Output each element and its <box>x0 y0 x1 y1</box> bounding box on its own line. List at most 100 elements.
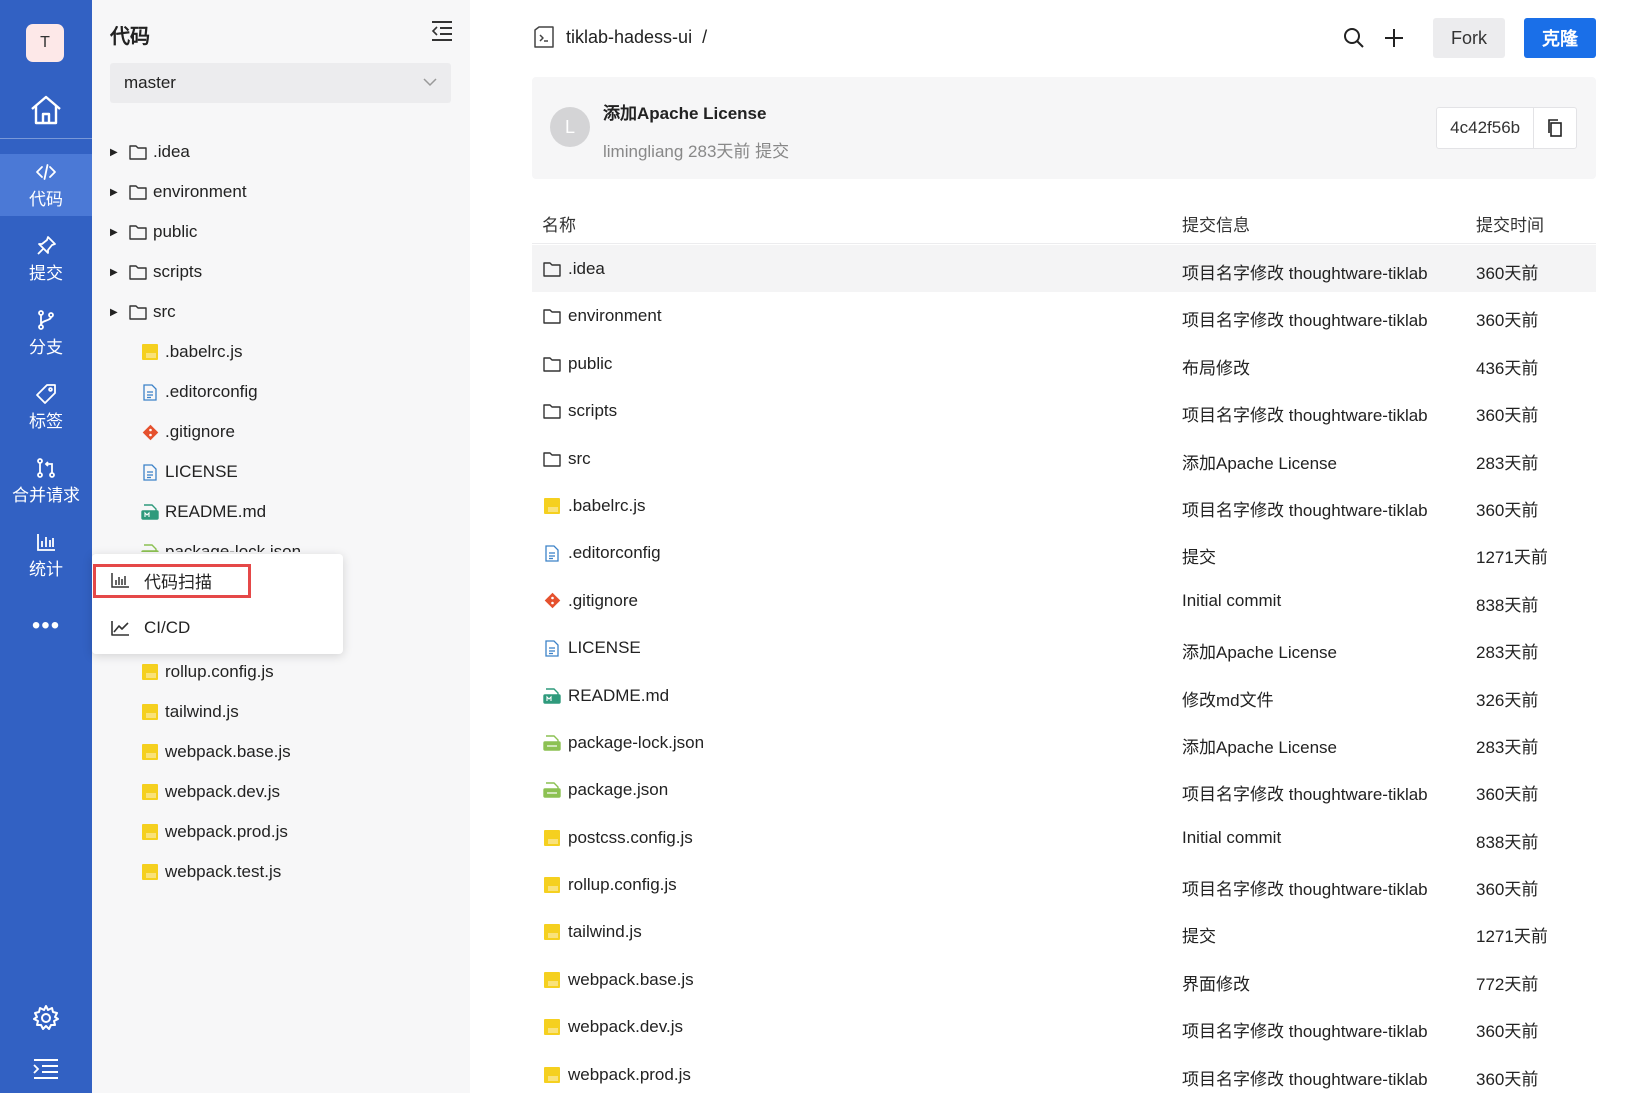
file-name-cell[interactable]: webpack.dev.js <box>542 1017 683 1037</box>
tree-folder-item[interactable]: ▶ src <box>92 292 470 332</box>
table-row[interactable]: package.json 项目名字修改 thoughtware-tiklab 360… <box>532 766 1596 813</box>
file-name-cell[interactable]: .babelrc.js <box>542 496 645 516</box>
file-name[interactable]: .gitignore <box>568 591 638 611</box>
tree-file-item[interactable]: .editorconfig <box>92 372 470 412</box>
file-name[interactable]: .babelrc.js <box>568 496 645 516</box>
table-row[interactable]: webpack.base.js 界面修改 772天前 <box>532 956 1596 1003</box>
commit-message-cell[interactable]: 项目名字修改 thoughtware-tiklab <box>1182 496 1428 521</box>
nav-item-branch[interactable]: 分支 <box>0 302 92 364</box>
menu-expand-icon[interactable] <box>32 1058 60 1080</box>
nav-item-tag[interactable]: 标签 <box>0 376 92 438</box>
commit-message-cell[interactable]: Initial commit <box>1182 591 1281 611</box>
table-row[interactable]: webpack.dev.js 项目名字修改 thoughtware-tiklab 3… <box>532 1003 1596 1050</box>
copy-button[interactable] <box>1534 108 1576 148</box>
user-avatar[interactable]: T <box>26 24 64 62</box>
commit-message-cell[interactable]: 添加Apache License <box>1182 733 1337 758</box>
caret-right-icon[interactable]: ▶ <box>110 147 122 158</box>
file-name-cell[interactable]: package-lock.json <box>542 733 704 753</box>
table-row[interactable]: LICENSE 添加Apache License 283天前 <box>532 624 1596 671</box>
file-name-cell[interactable]: tailwind.js <box>542 922 642 942</box>
caret-right-icon[interactable]: ▶ <box>110 307 122 318</box>
nav-item-merge-request[interactable]: 合并请求 <box>0 450 92 512</box>
tree-file-item[interactable]: webpack.base.js <box>92 732 470 772</box>
table-row[interactable]: webpack.prod.js 项目名字修改 thoughtware-tiklab… <box>532 1051 1596 1093</box>
file-name-cell[interactable]: public <box>542 354 612 374</box>
menu-item-cicd[interactable]: CI/CD <box>92 604 343 652</box>
tree-file-item[interactable]: webpack.prod.js <box>92 812 470 852</box>
file-name[interactable]: scripts <box>568 401 617 421</box>
table-row[interactable]: .gitignore Initial commit 838天前 <box>532 577 1596 624</box>
file-name[interactable]: environment <box>568 306 662 326</box>
table-row[interactable]: tailwind.js 提交 1271天前 <box>532 908 1596 955</box>
tree-folder-item[interactable]: ▶ scripts <box>92 252 470 292</box>
file-name-cell[interactable]: scripts <box>542 401 617 421</box>
table-row[interactable]: public 布局修改 436天前 <box>532 340 1596 387</box>
clone-button[interactable]: 克隆 <box>1524 18 1596 58</box>
commit-hash[interactable]: 4c42f56b <box>1437 108 1535 148</box>
caret-right-icon[interactable]: ▶ <box>110 187 122 198</box>
file-name[interactable]: package.json <box>568 780 668 800</box>
file-name[interactable]: LICENSE <box>568 638 641 658</box>
commit-message-cell[interactable]: 修改md文件 <box>1182 686 1274 711</box>
fork-button[interactable]: Fork <box>1433 18 1505 58</box>
repo-name[interactable]: tiklab-hadess-ui <box>566 27 692 48</box>
table-row[interactable]: src 添加Apache License 283天前 <box>532 435 1596 482</box>
file-name[interactable]: README.md <box>568 686 669 706</box>
file-name[interactable]: .idea <box>568 259 605 279</box>
file-name[interactable]: package-lock.json <box>568 733 704 753</box>
commit-message-cell[interactable]: 提交 <box>1182 543 1216 568</box>
file-name[interactable]: webpack.prod.js <box>568 1065 691 1085</box>
tree-folder-item[interactable]: ▶ environment <box>92 172 470 212</box>
file-name-cell[interactable]: webpack.prod.js <box>542 1065 691 1085</box>
collapse-icon[interactable] <box>430 20 454 42</box>
file-name[interactable]: webpack.base.js <box>568 970 694 990</box>
commit-message-cell[interactable]: 项目名字修改 thoughtware-tiklab <box>1182 780 1428 805</box>
file-name-cell[interactable]: rollup.config.js <box>542 875 677 895</box>
tree-file-item[interactable]: rollup.config.js <box>92 652 470 692</box>
tree-file-item[interactable]: webpack.test.js <box>92 852 470 892</box>
commit-message-cell[interactable]: 提交 <box>1182 922 1216 947</box>
tree-file-item[interactable]: tailwind.js <box>92 692 470 732</box>
file-name[interactable]: webpack.dev.js <box>568 1017 683 1037</box>
tree-folder-item[interactable]: ▶ public <box>92 212 470 252</box>
file-name-cell[interactable]: postcss.config.js <box>542 828 693 848</box>
search-icon[interactable] <box>1342 26 1366 50</box>
gear-icon[interactable] <box>32 1004 60 1032</box>
table-row[interactable]: rollup.config.js 项目名字修改 thoughtware-tikla… <box>532 861 1596 908</box>
tree-file-item[interactable]: .gitignore <box>92 412 470 452</box>
table-row[interactable]: .idea 项目名字修改 thoughtware-tiklab 360天前 <box>532 245 1596 293</box>
nav-item-code[interactable]: 代码 <box>0 154 92 216</box>
commit-message-cell[interactable]: 界面修改 <box>1182 970 1250 995</box>
file-name-cell[interactable]: LICENSE <box>542 638 641 658</box>
commit-message-cell[interactable]: 项目名字修改 thoughtware-tiklab <box>1182 1017 1428 1042</box>
table-row[interactable]: scripts 项目名字修改 thoughtware-tiklab 360天前 <box>532 387 1596 434</box>
file-name-cell[interactable]: environment <box>542 306 662 326</box>
file-name-cell[interactable]: package.json <box>542 780 668 800</box>
branch-select[interactable]: master <box>110 63 451 103</box>
file-name-cell[interactable]: .gitignore <box>542 591 638 611</box>
tree-file-item[interactable]: README.md <box>92 492 470 532</box>
file-name[interactable]: rollup.config.js <box>568 875 677 895</box>
table-row[interactable]: README.md 修改md文件 326天前 <box>532 672 1596 719</box>
nav-item-statistics[interactable]: 统计 <box>0 524 92 586</box>
caret-right-icon[interactable]: ▶ <box>110 227 122 238</box>
file-name-cell[interactable]: .editorconfig <box>542 543 661 563</box>
tree-folder-item[interactable]: ▶ .idea <box>92 132 470 172</box>
table-row[interactable]: postcss.config.js Initial commit 838天前 <box>532 814 1596 861</box>
commit-message-cell[interactable]: 项目名字修改 thoughtware-tiklab <box>1182 1065 1428 1090</box>
file-name-cell[interactable]: src <box>542 449 591 469</box>
file-name[interactable]: src <box>568 449 591 469</box>
commit-message-cell[interactable]: 项目名字修改 thoughtware-tiklab <box>1182 875 1428 900</box>
file-name[interactable]: postcss.config.js <box>568 828 693 848</box>
tree-file-item[interactable]: .babelrc.js <box>92 332 470 372</box>
commit-message-cell[interactable]: 添加Apache License <box>1182 449 1337 474</box>
commit-message-cell[interactable]: 布局修改 <box>1182 354 1250 379</box>
home-icon[interactable] <box>28 92 64 128</box>
table-row[interactable]: .babelrc.js 项目名字修改 thoughtware-tiklab 360天… <box>532 482 1596 529</box>
file-name[interactable]: .editorconfig <box>568 543 661 563</box>
file-name-cell[interactable]: webpack.base.js <box>542 970 694 990</box>
commit-message-cell[interactable]: 项目名字修改 thoughtware-tiklab <box>1182 306 1428 331</box>
commit-message-cell[interactable]: 添加Apache License <box>1182 638 1337 663</box>
tree-file-item[interactable]: package-lock.json <box>92 532 470 552</box>
commit-title[interactable]: 添加Apache License <box>603 99 766 124</box>
